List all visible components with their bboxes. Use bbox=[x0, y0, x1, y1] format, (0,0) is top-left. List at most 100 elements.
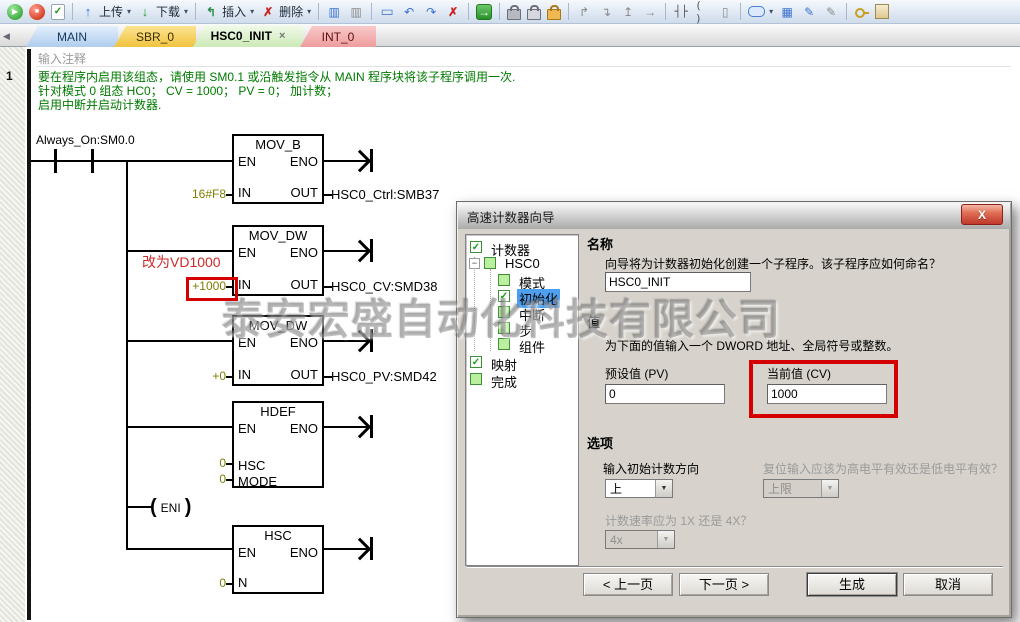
toolbar-separator bbox=[665, 3, 666, 20]
compile-button[interactable]: ✓ bbox=[48, 2, 68, 22]
checkbox-empty[interactable] bbox=[498, 322, 510, 334]
wire bbox=[31, 160, 232, 162]
tab-hsc0-init[interactable]: HSC0_INIT× bbox=[193, 25, 303, 47]
toolbar-separator bbox=[568, 3, 569, 20]
instruction-block-movdw2[interactable]: MOV_DW EN ENO IN OUT bbox=[232, 315, 324, 386]
chevron-down-icon[interactable]: ▾ bbox=[184, 7, 188, 16]
add-password-button[interactable] bbox=[544, 2, 564, 22]
open-arrow-bar bbox=[370, 537, 373, 560]
operand-value[interactable]: 0 bbox=[172, 456, 226, 470]
goto-button[interactable]: → bbox=[473, 2, 495, 22]
key-button[interactable] bbox=[851, 2, 872, 22]
run-button[interactable]: ▶ bbox=[4, 2, 26, 22]
address-table-button[interactable]: ▦ bbox=[776, 2, 798, 22]
close-button[interactable]: X bbox=[961, 204, 1003, 225]
symbol-edit2-button[interactable]: ✎ bbox=[820, 2, 842, 22]
operand-value[interactable]: +0 bbox=[172, 369, 226, 383]
subroutine-name-input[interactable] bbox=[605, 272, 751, 292]
instruction-block-movb[interactable]: MOV_B EN ENO IN OUT bbox=[232, 134, 324, 204]
generate-button[interactable]: 生成 bbox=[807, 573, 897, 596]
operand-value[interactable]: 16#F8 bbox=[172, 187, 226, 201]
tree-item-component[interactable]: 组件 bbox=[517, 337, 547, 356]
open-arrow-icon bbox=[349, 538, 372, 561]
download-button[interactable]: ↓下载▾ bbox=[134, 2, 191, 22]
next-page-button[interactable]: 下一页 > bbox=[679, 573, 769, 596]
branch-up-button[interactable]: ↱ bbox=[573, 2, 595, 22]
contact-symbol[interactable] bbox=[91, 149, 94, 173]
checkbox-checked[interactable]: ✓ bbox=[498, 290, 510, 302]
chevron-down-icon[interactable]: ▼ bbox=[655, 480, 672, 497]
comment-line: 要在程序内启用该组态，请使用 SM0.1 或沿触发指令从 MAIN 程序块将该子… bbox=[38, 70, 515, 84]
insert-box-button[interactable]: ▯ bbox=[714, 2, 736, 22]
pin-in: IN bbox=[238, 367, 251, 382]
tree-item-hsc0[interactable]: HSC0 bbox=[503, 256, 542, 271]
certificate-button[interactable] bbox=[872, 2, 892, 22]
delete-network-icon: ✗ bbox=[445, 4, 461, 20]
operand-value[interactable]: 0 bbox=[172, 472, 226, 486]
tab-bar: ◀ MAIN SBR_0 HSC0_INIT× INT_0 bbox=[0, 24, 1020, 47]
cancel-button[interactable]: 取消 bbox=[903, 573, 993, 596]
address-oval-icon bbox=[748, 6, 765, 17]
line-up-button[interactable]: ↥ bbox=[617, 2, 639, 22]
tab-scroll-left-button[interactable]: ◀ bbox=[3, 31, 10, 42]
collapse-icon[interactable]: − bbox=[469, 258, 480, 269]
operand-address[interactable]: HSC0_CV:SMD38 bbox=[331, 279, 437, 294]
instruction-block-hdef[interactable]: HDEF EN ENO HSC MODE bbox=[232, 401, 324, 488]
new-network-button[interactable]: ▭ bbox=[376, 2, 398, 22]
undo-button[interactable]: ↶ bbox=[398, 2, 420, 22]
lock-icon bbox=[507, 9, 521, 20]
symbol-edit-button[interactable]: ✎ bbox=[798, 2, 820, 22]
direction-combobox[interactable]: 上 ▼ bbox=[605, 479, 673, 498]
chevron-down-icon[interactable]: ▾ bbox=[769, 7, 773, 16]
checkbox-empty[interactable] bbox=[470, 373, 482, 385]
delete-network-button[interactable]: ✗ bbox=[442, 2, 464, 22]
prev-page-button[interactable]: < 上一页 bbox=[583, 573, 673, 596]
instruction-block-movdw1[interactable]: MOV_DW EN ENO IN OUT bbox=[232, 225, 324, 296]
chevron-down-icon[interactable]: ▾ bbox=[307, 7, 311, 16]
dialog-title: 高速计数器向导 bbox=[467, 207, 555, 226]
tree-item-done[interactable]: 完成 bbox=[489, 372, 519, 391]
line-up-icon: ↥ bbox=[620, 4, 636, 20]
direction-label: 输入初始计数方向 bbox=[603, 460, 699, 477]
chevron-down-icon: ▼ bbox=[657, 531, 674, 548]
checkbox-empty[interactable] bbox=[498, 274, 510, 286]
branch-down-button[interactable]: ↴ bbox=[595, 2, 617, 22]
contact-operand[interactable]: Always_On:SM0.0 bbox=[36, 133, 135, 147]
pin-out: OUT bbox=[291, 367, 318, 382]
checkbox-checked[interactable]: ✓ bbox=[470, 241, 482, 253]
insert-coil-button[interactable]: ( ) bbox=[692, 2, 714, 22]
tab-main[interactable]: MAIN bbox=[26, 26, 118, 47]
tab-sbr0[interactable]: SBR_0 bbox=[114, 26, 196, 47]
operand-address[interactable]: HSC0_Ctrl:SMB37 bbox=[331, 187, 439, 202]
table-icon: ▦ bbox=[779, 4, 795, 20]
checkbox-checked[interactable]: ✓ bbox=[470, 356, 482, 368]
checkbox-empty[interactable] bbox=[484, 257, 496, 269]
addressing-button[interactable]: ▾ bbox=[745, 2, 776, 22]
lock-button[interactable] bbox=[504, 2, 524, 22]
pin-eno: ENO bbox=[290, 245, 318, 260]
redo-button[interactable]: ↷ bbox=[420, 2, 442, 22]
checkbox-empty[interactable] bbox=[498, 338, 510, 350]
delete-button[interactable]: ✗删除▾ bbox=[257, 2, 314, 22]
line-right-button[interactable]: → bbox=[639, 2, 661, 22]
eni-coil[interactable]: ENI bbox=[150, 496, 191, 519]
unlock-button[interactable] bbox=[524, 2, 544, 22]
tab-int0[interactable]: INT_0 bbox=[300, 26, 376, 47]
operand-address[interactable]: HSC0_PV:SMD42 bbox=[331, 369, 437, 384]
contact-symbol[interactable] bbox=[54, 149, 57, 173]
insert-contact-button[interactable]: ┤├ bbox=[670, 2, 692, 22]
chevron-down-icon[interactable]: ▾ bbox=[127, 7, 131, 16]
pou-blue-button[interactable]: ▥ bbox=[323, 2, 345, 22]
instruction-block-hsc[interactable]: HSC EN ENO N bbox=[232, 525, 324, 594]
dialog-titlebar[interactable]: 高速计数器向导 bbox=[458, 203, 1010, 229]
close-icon[interactable]: × bbox=[279, 30, 285, 42]
operand-value[interactable]: 0 bbox=[172, 576, 226, 590]
chevron-down-icon[interactable]: ▾ bbox=[250, 7, 254, 16]
upload-button[interactable]: ↑上传▾ bbox=[77, 2, 134, 22]
network-comment[interactable]: 要在程序内启用该组态，请使用 SM0.1 或沿触发指令从 MAIN 程序块将该子… bbox=[38, 70, 515, 112]
stop-button[interactable]: ■ bbox=[26, 2, 48, 22]
pou-gray-button[interactable]: ▥ bbox=[345, 2, 367, 22]
checkbox-empty[interactable] bbox=[498, 306, 510, 318]
pv-input[interactable] bbox=[605, 384, 725, 404]
insert-button[interactable]: ↰插入▾ bbox=[200, 2, 257, 22]
